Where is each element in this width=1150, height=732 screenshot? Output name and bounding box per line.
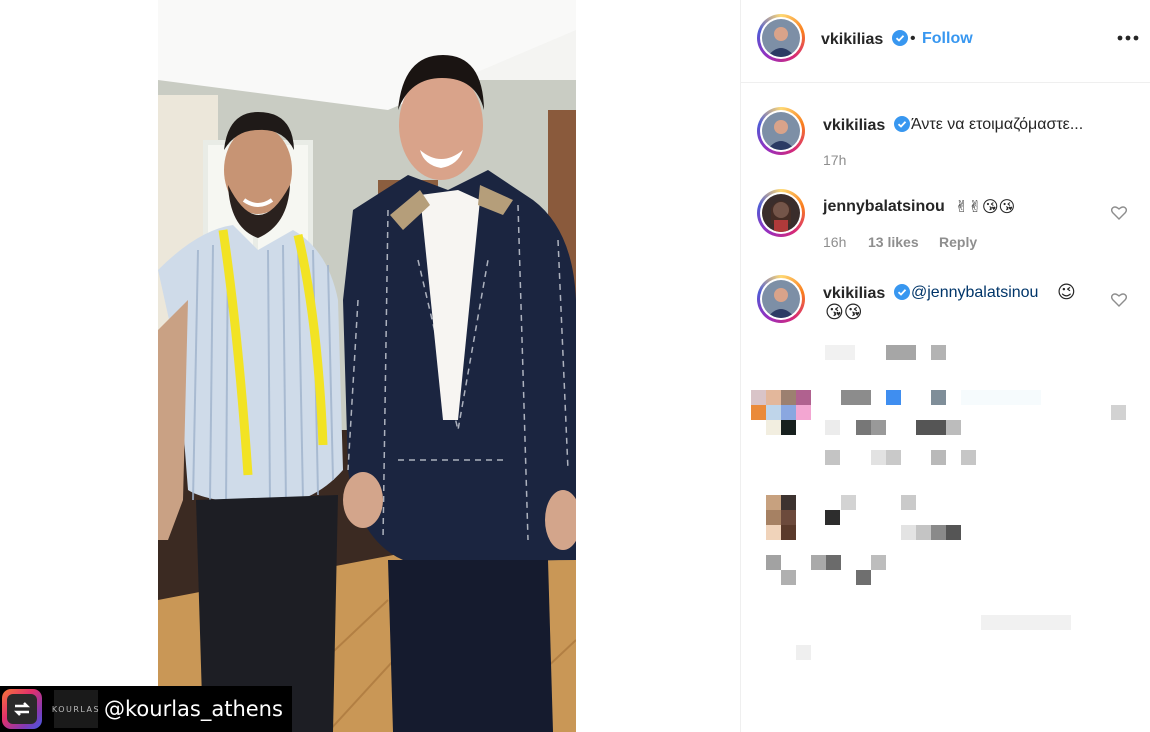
repost-arrows-icon [13, 702, 31, 716]
avatar-image [762, 280, 800, 318]
verified-badge-icon [893, 116, 910, 132]
post-photo[interactable] [158, 0, 576, 732]
more-horizontal-icon[interactable] [1117, 35, 1139, 41]
avatar-image [762, 19, 800, 57]
caption-avatar[interactable] [757, 107, 805, 155]
reply-button[interactable]: Reply [939, 234, 977, 250]
repost-source-logo: KOURLAS [51, 690, 101, 728]
like-heart-icon[interactable] [1111, 293, 1127, 307]
comment-username-text[interactable]: vkikilias [823, 285, 885, 302]
header-username[interactable]: vkikilias [821, 30, 908, 49]
avatar-image [762, 112, 800, 150]
header-dot: • [910, 30, 916, 47]
verified-badge-icon [893, 284, 910, 300]
post-media[interactable]: KOURLAS @kourlas_athens [0, 0, 738, 732]
comment-emoji-wink: 😉 [1057, 282, 1076, 302]
follow-button[interactable]: Follow [922, 30, 973, 48]
photo-illustration [158, 0, 576, 732]
comments-panel: vkikilias • Follow vkikilias Άντε να ετο… [740, 0, 1150, 732]
header-divider [741, 82, 1150, 83]
comment-avatar[interactable] [757, 275, 805, 323]
comment-username[interactable]: jennybalatsinou [823, 198, 945, 216]
comment-avatar[interactable] [757, 189, 805, 237]
header-username-text[interactable]: vkikilias [821, 31, 883, 48]
header-avatar[interactable] [757, 14, 805, 62]
verified-badge-icon [891, 30, 908, 46]
repost-logo-text: KOURLAS [51, 704, 101, 714]
caption-time[interactable]: 17h [823, 152, 846, 168]
comment-mention-link[interactable]: @jennybalatsinou [911, 284, 1038, 302]
comment-time[interactable]: 16h [823, 234, 846, 250]
caption-username-text[interactable]: vkikilias [823, 117, 885, 134]
like-heart-icon[interactable] [1111, 206, 1127, 220]
comment-likes[interactable]: 13 likes [868, 234, 919, 250]
comment-text: ✌✌😘😘 [955, 199, 1016, 216]
caption-username[interactable]: vkikilias [823, 116, 910, 135]
avatar-image [762, 194, 800, 232]
repost-app-icon [2, 689, 42, 729]
repost-handle: @kourlas_athens [104, 697, 283, 721]
comment-emoji-line: 😘😘 [825, 302, 863, 322]
caption-text: Άντε να ετοιμαζόμαστε... [911, 116, 1084, 133]
comment-username[interactable]: vkikilias [823, 284, 910, 303]
